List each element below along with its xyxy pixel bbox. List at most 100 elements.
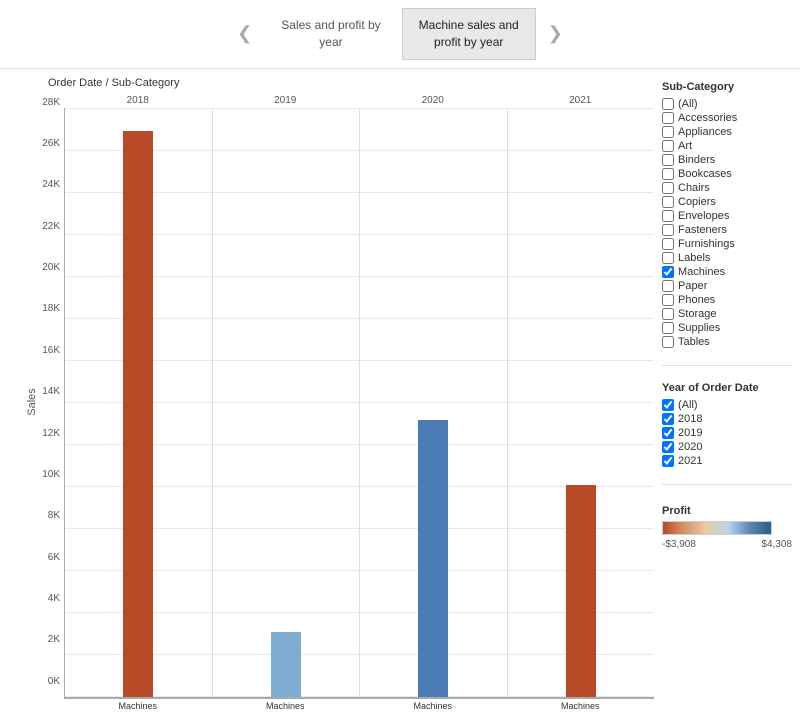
filter-fasteners-label: Fasteners bbox=[678, 224, 727, 236]
year-2018-label: 2018 bbox=[678, 413, 702, 425]
year-group-2019 bbox=[213, 108, 361, 697]
filter-art-checkbox[interactable] bbox=[662, 140, 674, 152]
filter-accessories-checkbox[interactable] bbox=[662, 112, 674, 124]
year-label-2021: 2021 bbox=[507, 93, 655, 106]
chart-area: Order Date / Sub-Category Sales 28K 26K … bbox=[8, 77, 654, 711]
filter-envelopes-checkbox[interactable] bbox=[662, 210, 674, 222]
y-tick-20k: 20K bbox=[42, 262, 60, 273]
x-label-2018: Machines bbox=[64, 699, 212, 711]
chart-plot bbox=[64, 108, 654, 698]
profit-title: Profit bbox=[662, 505, 792, 517]
year-2019-checkbox[interactable] bbox=[662, 427, 674, 439]
filter-phones-checkbox[interactable] bbox=[662, 294, 674, 306]
y-tick-6k: 6K bbox=[48, 552, 60, 563]
filter-paper-label: Paper bbox=[678, 280, 707, 292]
filter-phones-label: Phones bbox=[678, 294, 715, 306]
bars-2021 bbox=[508, 108, 655, 697]
filter-envelopes[interactable]: Envelopes bbox=[662, 209, 792, 223]
y-tick-26k: 26K bbox=[42, 138, 60, 149]
filter-fasteners-checkbox[interactable] bbox=[662, 224, 674, 236]
next-arrow[interactable]: ❯ bbox=[540, 19, 571, 48]
filter-chairs-checkbox[interactable] bbox=[662, 182, 674, 194]
bars-2018 bbox=[65, 108, 212, 697]
filter-art-label: Art bbox=[678, 140, 692, 152]
filter-storage[interactable]: Storage bbox=[662, 307, 792, 321]
year-all-label: (All) bbox=[678, 399, 698, 411]
filter-bookcases[interactable]: Bookcases bbox=[662, 167, 792, 181]
tab-machine-sales[interactable]: Machine sales and profit by year bbox=[402, 8, 536, 60]
year-filter-title: Year of Order Date bbox=[662, 382, 792, 394]
x-label-2020: Machines bbox=[359, 699, 507, 711]
year-2021-label: 2021 bbox=[678, 455, 702, 467]
year-all-checkbox[interactable] bbox=[662, 399, 674, 411]
filter-machines[interactable]: Machines bbox=[662, 265, 792, 279]
profit-legend: Profit -$3,908 $4,308 bbox=[662, 505, 792, 550]
year-group-2021 bbox=[508, 108, 655, 697]
year-filter-2019[interactable]: 2019 bbox=[662, 426, 792, 440]
filter-phones[interactable]: Phones bbox=[662, 293, 792, 307]
filter-copiers-checkbox[interactable] bbox=[662, 196, 674, 208]
filter-machines-checkbox[interactable] bbox=[662, 266, 674, 278]
filter-furnishings-label: Furnishings bbox=[678, 238, 735, 250]
filter-art[interactable]: Art bbox=[662, 139, 792, 153]
filter-fasteners[interactable]: Fasteners bbox=[662, 223, 792, 237]
filter-binders-label: Binders bbox=[678, 154, 715, 166]
filter-furnishings[interactable]: Furnishings bbox=[662, 237, 792, 251]
filter-appliances-checkbox[interactable] bbox=[662, 126, 674, 138]
filter-appliances[interactable]: Appliances bbox=[662, 125, 792, 139]
filter-supplies-checkbox[interactable] bbox=[662, 322, 674, 334]
year-filter-2018[interactable]: 2018 bbox=[662, 412, 792, 426]
y-tick-8k: 8K bbox=[48, 510, 60, 521]
divider-1 bbox=[662, 365, 792, 366]
filter-storage-checkbox[interactable] bbox=[662, 308, 674, 320]
x-axis-labels: Machines Machines Machines Machines bbox=[64, 698, 654, 711]
year-label-2020: 2020 bbox=[359, 93, 507, 106]
filter-tables[interactable]: Tables bbox=[662, 335, 792, 349]
year-group-2018 bbox=[65, 108, 213, 697]
filter-supplies-label: Supplies bbox=[678, 322, 720, 334]
bars-2019 bbox=[213, 108, 360, 697]
chart-inner: 2018 2019 2020 2021 bbox=[64, 93, 654, 711]
bar-2018-machines bbox=[123, 131, 153, 697]
y-tick-0k: 0K bbox=[48, 676, 60, 687]
profit-gradient bbox=[662, 521, 772, 535]
profit-max: $4,308 bbox=[761, 539, 792, 550]
filter-copiers[interactable]: Copiers bbox=[662, 195, 792, 209]
filter-binders-checkbox[interactable] bbox=[662, 154, 674, 166]
divider-2 bbox=[662, 484, 792, 485]
filter-accessories[interactable]: Accessories bbox=[662, 111, 792, 125]
filter-all[interactable]: (All) bbox=[662, 97, 792, 111]
year-filter-all[interactable]: (All) bbox=[662, 398, 792, 412]
filter-all-checkbox[interactable] bbox=[662, 98, 674, 110]
filter-all-label: (All) bbox=[678, 98, 698, 110]
year-filter-2021[interactable]: 2021 bbox=[662, 454, 792, 468]
year-label-2018: 2018 bbox=[64, 93, 212, 106]
filter-bookcases-checkbox[interactable] bbox=[662, 168, 674, 180]
filter-paper-checkbox[interactable] bbox=[662, 280, 674, 292]
subcategory-title: Sub-Category bbox=[662, 81, 792, 93]
prev-arrow[interactable]: ❮ bbox=[229, 19, 260, 48]
main-content: Order Date / Sub-Category Sales 28K 26K … bbox=[0, 69, 800, 719]
year-2018-checkbox[interactable] bbox=[662, 413, 674, 425]
filter-chairs[interactable]: Chairs bbox=[662, 181, 792, 195]
filter-paper[interactable]: Paper bbox=[662, 279, 792, 293]
year-2020-checkbox[interactable] bbox=[662, 441, 674, 453]
bar-2021-machines bbox=[566, 485, 596, 697]
filter-furnishings-checkbox[interactable] bbox=[662, 238, 674, 250]
profit-min: -$3,908 bbox=[662, 539, 696, 550]
filter-accessories-label: Accessories bbox=[678, 112, 737, 124]
filter-tables-checkbox[interactable] bbox=[662, 336, 674, 348]
filter-labels-label: Labels bbox=[678, 252, 710, 264]
y-tick-28k: 28K bbox=[42, 97, 60, 108]
y-tick-24k: 24K bbox=[42, 179, 60, 190]
filter-labels-checkbox[interactable] bbox=[662, 252, 674, 264]
tab-sales-profit[interactable]: Sales and profit by year bbox=[264, 8, 397, 60]
year-label-2019: 2019 bbox=[212, 93, 360, 106]
filter-labels[interactable]: Labels bbox=[662, 251, 792, 265]
y-tick-10k: 10K bbox=[42, 469, 60, 480]
chart-container: Sales 28K 26K 24K 22K 20K 18K 16K 14K 12… bbox=[8, 93, 654, 711]
year-2021-checkbox[interactable] bbox=[662, 455, 674, 467]
filter-supplies[interactable]: Supplies bbox=[662, 321, 792, 335]
year-filter-2020[interactable]: 2020 bbox=[662, 440, 792, 454]
filter-binders[interactable]: Binders bbox=[662, 153, 792, 167]
